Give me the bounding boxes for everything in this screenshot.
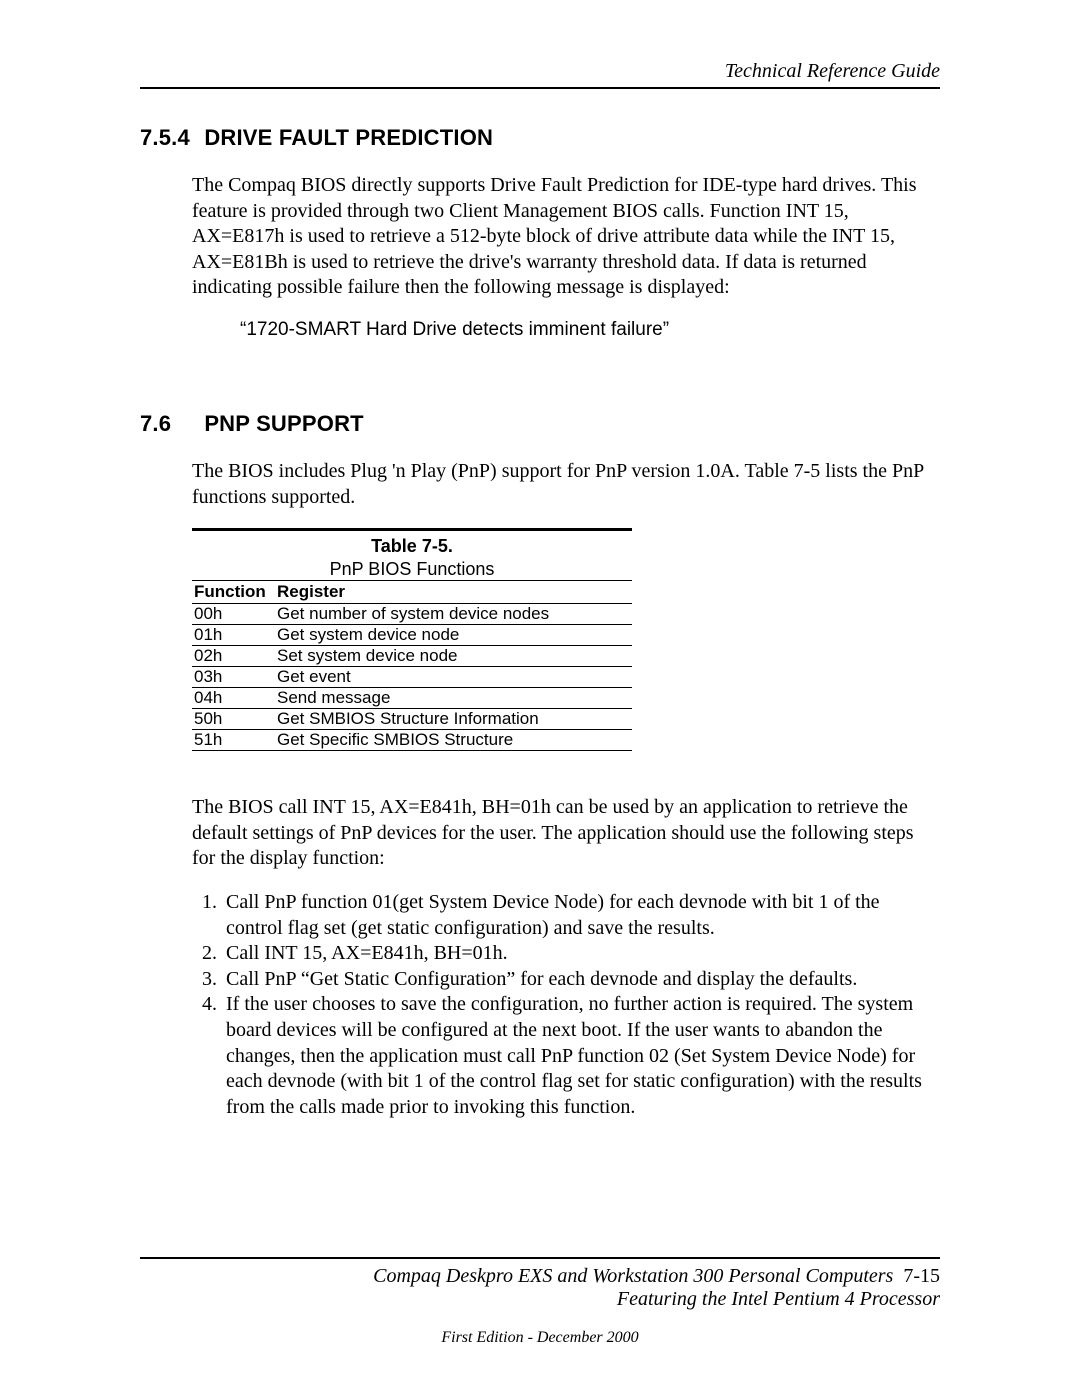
cell-function: 02h — [192, 646, 275, 667]
cell-function: 03h — [192, 667, 275, 688]
heading-title: DRIVE FAULT PREDICTION — [204, 125, 493, 150]
footer-subtitle-line: Featuring the Intel Pentium 4 Processor — [140, 1288, 940, 1311]
footer: Compaq Deskpro EXS and Workstation 300 P… — [140, 1257, 940, 1347]
footer-rule — [140, 1257, 940, 1259]
table-label: Table 7-5. — [371, 536, 453, 556]
page-number: 7-15 — [903, 1265, 940, 1287]
cell-register: Get Specific SMBIOS Structure — [275, 730, 632, 751]
paragraph-pnp-intro: The BIOS includes Plug 'n Play (PnP) sup… — [192, 459, 940, 510]
page: Technical Reference Guide 7.5.4 DRIVE FA… — [0, 0, 1080, 1397]
list-item: Call PnP “Get Static Configuration” for … — [222, 967, 940, 993]
cell-register: Send message — [275, 688, 632, 709]
cell-register: Get SMBIOS Structure Information — [275, 709, 632, 730]
steps-list: Call PnP function 01(get System Device N… — [192, 890, 940, 1120]
cell-function: 01h — [192, 625, 275, 646]
cell-register: Get event — [275, 667, 632, 688]
pnp-functions-table: Function Register 00hGet number of syste… — [192, 580, 632, 751]
header-rule — [140, 87, 940, 89]
cell-register: Get system device node — [275, 625, 632, 646]
smart-message: “1720-SMART Hard Drive detects imminent … — [240, 319, 940, 341]
col-function: Function — [192, 581, 275, 604]
heading-number: 7.6 — [140, 411, 198, 437]
list-item: If the user chooses to save the configur… — [222, 992, 940, 1120]
list-item: Call INT 15, AX=E841h, BH=01h. — [222, 941, 940, 967]
heading-7-5-4: 7.5.4 DRIVE FAULT PREDICTION — [140, 125, 940, 151]
table-row: 04hSend message — [192, 688, 632, 709]
footer-title-line: Compaq Deskpro EXS and Workstation 300 P… — [140, 1265, 940, 1288]
table-row: 01hGet system device node — [192, 625, 632, 646]
heading-number: 7.5.4 — [140, 125, 198, 151]
footer-edition-line: First Edition - December 2000 — [140, 1329, 940, 1347]
paragraph-pnp-steps-intro: The BIOS call INT 15, AX=E841h, BH=01h c… — [192, 795, 940, 872]
cell-register: Get number of system device nodes — [275, 604, 632, 625]
table-row: 00hGet number of system device nodes — [192, 604, 632, 625]
cell-function: 51h — [192, 730, 275, 751]
list-item: Call PnP function 01(get System Device N… — [222, 890, 940, 941]
table-row: 03hGet event — [192, 667, 632, 688]
footer-doc-title: Compaq Deskpro EXS and Workstation 300 P… — [373, 1265, 893, 1287]
heading-title: PNP SUPPORT — [204, 411, 364, 436]
cell-function: 04h — [192, 688, 275, 709]
col-register: Register — [275, 581, 632, 604]
cell-function: 00h — [192, 604, 275, 625]
cell-register: Set system device node — [275, 646, 632, 667]
cell-function: 50h — [192, 709, 275, 730]
table-subtitle: PnP BIOS Functions — [330, 559, 495, 579]
table-row: 02hSet system device node — [192, 646, 632, 667]
table-row: 50hGet SMBIOS Structure Information — [192, 709, 632, 730]
running-header: Technical Reference Guide — [140, 60, 940, 83]
table-caption: Table 7-5. PnP BIOS Functions — [192, 531, 632, 580]
table-row: 51hGet Specific SMBIOS Structure — [192, 730, 632, 751]
heading-7-6: 7.6 PNP SUPPORT — [140, 411, 940, 437]
table-header-row: Function Register — [192, 581, 632, 604]
paragraph-drive-fault: The Compaq BIOS directly supports Drive … — [192, 173, 940, 301]
table-7-5: Table 7-5. PnP BIOS Functions Function R… — [192, 528, 632, 751]
